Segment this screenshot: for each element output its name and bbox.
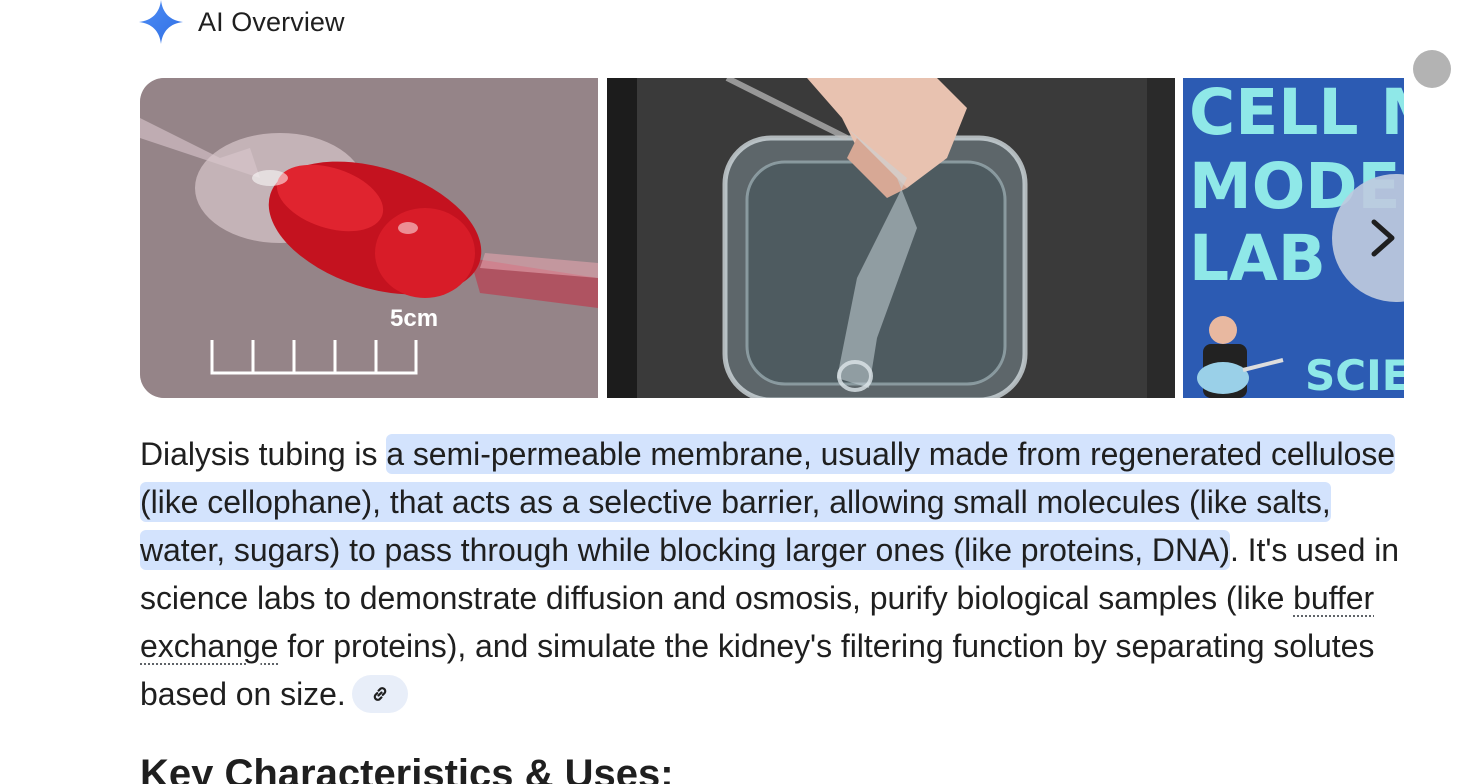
ai-overview-title: AI Overview (198, 6, 345, 37)
carousel-image-water-dish[interactable] (607, 78, 1175, 398)
overview-ending: for proteins), and simulate the kidney's… (140, 628, 1375, 712)
source-link-button[interactable] (351, 674, 408, 713)
thumb-caption-line-3: LAB (1189, 222, 1326, 295)
thumb-caption-line-1: CELL M (1189, 78, 1404, 149)
overview-paragraph: Dialysis tubing is a semi-permeable memb… (140, 430, 1410, 718)
scroll-indicator[interactable] (1413, 50, 1451, 88)
section-heading: Key Characteristics & Uses: (140, 752, 674, 784)
sparkle-icon (139, 0, 183, 44)
ai-overview-page: AI Overview 5cm CELL MOD LAB SCIE Dialys… (0, 0, 1476, 784)
ai-overview-header: AI Overview (139, 0, 345, 44)
thumb-footer-text: SCIEN (1305, 351, 1404, 398)
link-icon (373, 686, 386, 701)
image-carousel: 5cm CELL MOD LAB SCIE (140, 78, 1404, 398)
scale-label: 5cm (390, 305, 438, 332)
overview-intro: Dialysis tubing is (140, 436, 387, 472)
carousel-image-dialysis-tube[interactable]: 5cm (140, 78, 598, 398)
chevron-right-icon (1371, 219, 1395, 257)
